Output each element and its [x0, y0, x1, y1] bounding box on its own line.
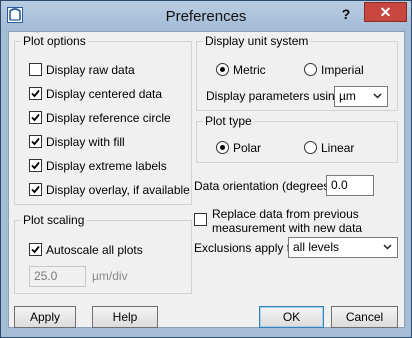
radio-circle[interactable]	[304, 63, 317, 76]
apply-button[interactable]: Apply	[14, 306, 76, 328]
dialog-client-area: Plot options Display raw data Display ce…	[8, 31, 405, 328]
checkbox-label: Display raw data	[46, 63, 135, 77]
chevron-down-icon	[383, 244, 392, 250]
display-params-select[interactable]: µm	[334, 86, 388, 107]
data-orientation-value: 0.0	[331, 178, 348, 192]
check-mark-icon	[31, 185, 40, 194]
check-mark-icon	[31, 137, 40, 146]
radio-label: Linear	[321, 141, 355, 155]
scale-value-text: 25.0	[34, 269, 58, 283]
exclusions-value: all levels	[293, 240, 340, 254]
chevron-down-icon	[373, 93, 382, 99]
help-button[interactable]: Help	[92, 306, 158, 328]
checkbox-label: Display extreme labels	[46, 159, 167, 173]
radio-label: Polar	[233, 141, 262, 155]
data-orientation-input[interactable]: 0.0	[326, 175, 374, 196]
checkbox-label: Display overlay, if available	[46, 183, 190, 197]
scale-unit-label: µm/div	[92, 269, 128, 283]
radio-circle[interactable]	[304, 141, 317, 154]
replace-data-line2: measurement with new data	[212, 221, 363, 235]
preferences-window: Preferences ? ✕ Plot options Display raw…	[0, 0, 412, 338]
radio-dot-icon	[220, 145, 225, 150]
replace-data-line1: Replace data from previous	[212, 207, 359, 221]
exclusions-label: Exclusions apply to	[194, 241, 297, 255]
title-help-button[interactable]: ?	[337, 5, 355, 23]
checkbox-box[interactable]	[194, 213, 207, 226]
scale-value-field[interactable]: 25.0	[29, 266, 86, 287]
checkbox-box[interactable]	[29, 159, 42, 172]
check-mark-icon	[31, 113, 40, 122]
plot-options-legend: Plot options	[21, 34, 88, 48]
display-params-value: µm	[339, 89, 356, 103]
display-unit-system-group: Display unit system Metric Imperial Disp…	[196, 34, 398, 111]
data-orientation-label: Data orientation (degrees):	[194, 179, 337, 193]
plot-scaling-legend: Plot scaling	[21, 213, 87, 227]
checkbox-label: Display centered data	[46, 87, 163, 101]
checkbox-box[interactable]	[29, 111, 42, 124]
radio-dot-icon	[220, 67, 225, 72]
cancel-button[interactable]: Cancel	[331, 306, 398, 328]
close-button[interactable]: ✕	[364, 2, 407, 22]
checkbox-replace-data[interactable]: Replace data from previous measurement w…	[194, 207, 394, 239]
radio-label: Metric	[233, 63, 266, 77]
exclusions-select[interactable]: all levels	[288, 237, 398, 258]
plot-type-legend: Plot type	[203, 114, 254, 128]
display-unit-system-legend: Display unit system	[203, 34, 311, 48]
checkbox-label: Autoscale all plots	[46, 243, 143, 257]
plot-type-group: Plot type Polar Linear	[196, 114, 398, 163]
display-params-label: Display parameters using	[206, 89, 342, 103]
radio-circle[interactable]	[216, 63, 229, 76]
check-mark-icon	[31, 89, 40, 98]
checkbox-box[interactable]	[29, 183, 42, 196]
checkbox-box[interactable]	[29, 135, 42, 148]
checkbox-box[interactable]	[29, 63, 42, 76]
checkbox-box[interactable]	[29, 243, 42, 256]
check-mark-icon	[31, 161, 40, 170]
ok-button[interactable]: OK	[259, 306, 324, 328]
radio-circle[interactable]	[216, 141, 229, 154]
plot-options-group: Plot options Display raw data Display ce…	[14, 34, 192, 205]
checkbox-box[interactable]	[29, 87, 42, 100]
check-mark-icon	[31, 245, 40, 254]
radio-label: Imperial	[321, 63, 364, 77]
checkbox-label: Display with fill	[46, 135, 125, 149]
checkbox-label: Display reference circle	[46, 111, 171, 125]
title-bar[interactable]: Preferences ? ✕	[1, 1, 411, 31]
plot-scaling-group: Plot scaling Autoscale all plots 25.0 µm…	[14, 213, 192, 294]
